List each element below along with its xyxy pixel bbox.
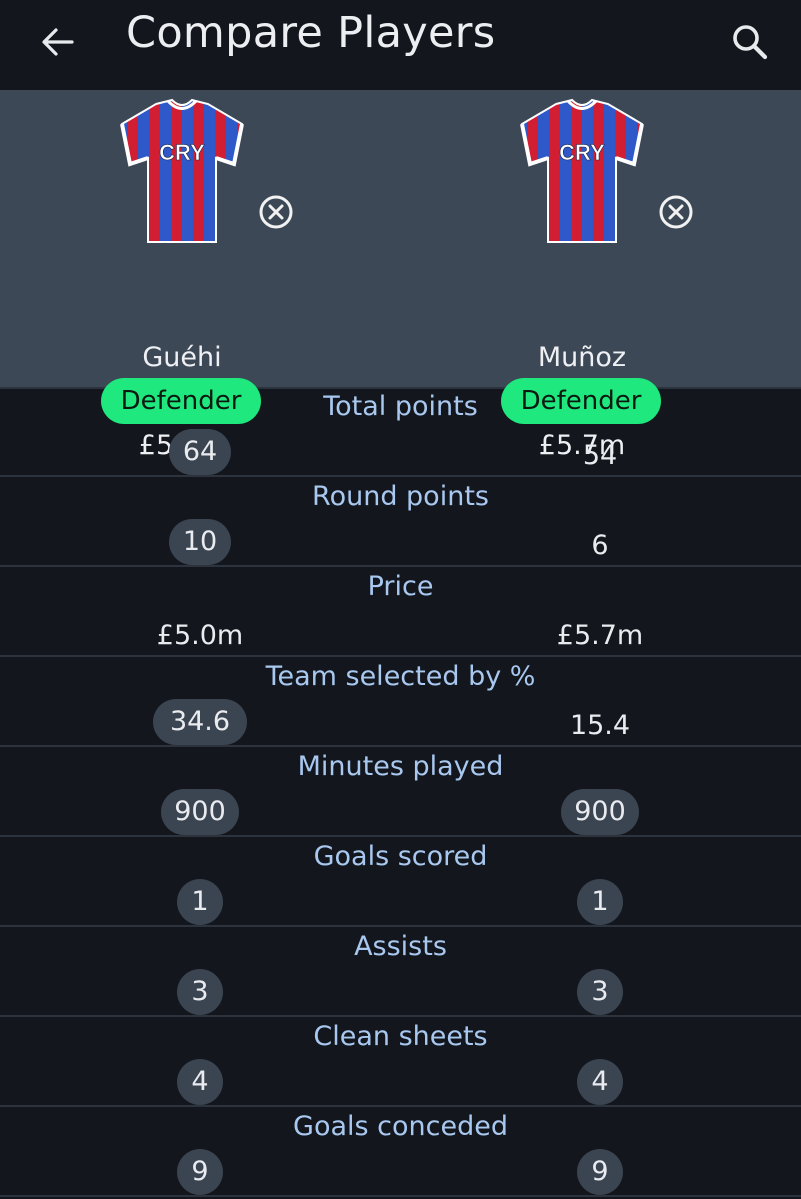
app-bar: Compare Players bbox=[0, 0, 801, 90]
stat-row: Assists 3 3 bbox=[0, 927, 801, 1017]
stat-row: Price £5.0m £5.7m bbox=[0, 567, 801, 657]
stat-row: Round points 10 6 bbox=[0, 477, 801, 567]
stat-value-player2: 900 bbox=[561, 789, 639, 835]
stat-label: Clean sheets bbox=[313, 1021, 488, 1052]
stat-value-player2: 15.4 bbox=[569, 710, 631, 741]
stats-table: Total points 64 54 Round points 10 6 Price £5.0… bbox=[0, 387, 801, 1197]
player-card-guehi[interactable]: CRY Guéhi Defender £5.0m bbox=[0, 90, 400, 461]
stat-value-player2: 3 bbox=[577, 969, 623, 1015]
remove-player-icon[interactable] bbox=[658, 194, 694, 230]
shirt-icon: CRY bbox=[120, 98, 244, 243]
back-arrow-icon[interactable] bbox=[36, 20, 80, 64]
stat-value-player2: 4 bbox=[577, 1059, 623, 1105]
stat-value-player2: 9 bbox=[577, 1149, 623, 1195]
stat-label: Total points bbox=[323, 391, 478, 422]
stat-value-player1: £5.0m bbox=[156, 620, 244, 651]
stat-row: Total points 64 54 bbox=[0, 387, 801, 477]
stat-label: Team selected by % bbox=[265, 661, 536, 692]
stat-value-player1: 34.6 bbox=[153, 699, 247, 745]
stat-value-player2: 54 bbox=[582, 440, 618, 471]
player-card-munoz[interactable]: CRY Muñoz Defender £5.7m bbox=[400, 90, 800, 461]
stat-label: Round points bbox=[312, 481, 489, 512]
stat-value-player1: 9 bbox=[177, 1149, 223, 1195]
kit-badge-text: CRY bbox=[559, 140, 605, 165]
stat-value-player1: 1 bbox=[177, 879, 223, 925]
stat-value-player2: 1 bbox=[577, 879, 623, 925]
stat-value-player1: 64 bbox=[169, 429, 231, 475]
stat-label: Assists bbox=[354, 931, 447, 962]
stat-value-player2: £5.7m bbox=[556, 620, 644, 651]
stat-value-player1: 900 bbox=[161, 789, 239, 835]
shirt-icon: CRY bbox=[520, 98, 644, 243]
stat-value-player1: 10 bbox=[169, 519, 231, 565]
kit-badge-text: CRY bbox=[159, 140, 205, 165]
stat-row: Minutes played 900 900 bbox=[0, 747, 801, 837]
stat-label: Price bbox=[367, 571, 434, 602]
stat-label: Goals scored bbox=[313, 841, 488, 872]
players-panel: CRY Guéhi Defender £5.0m CRY bbox=[0, 90, 801, 461]
stat-value-player2: 6 bbox=[591, 530, 609, 561]
player-name: Guéhi bbox=[142, 342, 222, 373]
player-name: Muñoz bbox=[537, 342, 627, 373]
stat-value-player1: 3 bbox=[177, 969, 223, 1015]
stat-label: Minutes played bbox=[297, 751, 504, 782]
search-icon[interactable] bbox=[726, 18, 774, 66]
remove-player-icon[interactable] bbox=[258, 194, 294, 230]
stat-row: Goals conceded 9 9 bbox=[0, 1107, 801, 1197]
stat-value-player1: 4 bbox=[177, 1059, 223, 1105]
stat-row: Team selected by % 34.6 15.4 bbox=[0, 657, 801, 747]
stat-label: Goals conceded bbox=[293, 1111, 508, 1142]
stat-row: Goals scored 1 1 bbox=[0, 837, 801, 927]
page-title: Compare Players bbox=[126, 8, 496, 58]
stat-row: Clean sheets 4 4 bbox=[0, 1017, 801, 1107]
